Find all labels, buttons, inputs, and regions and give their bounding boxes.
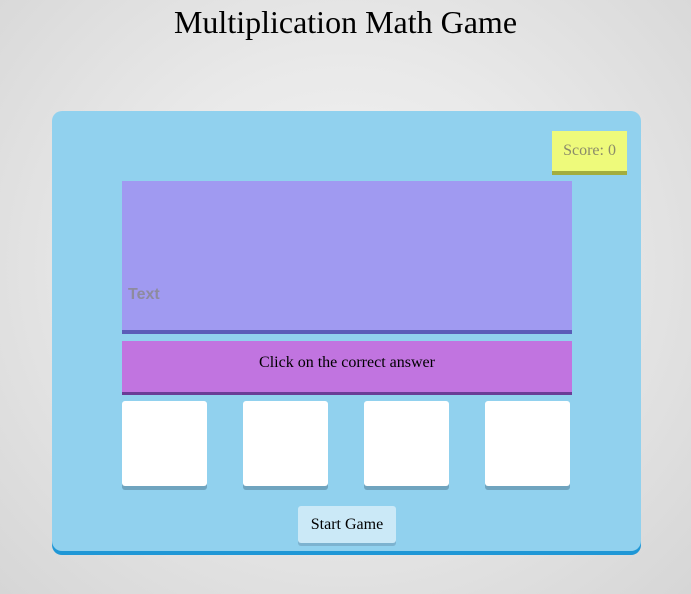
start-game-button[interactable]: Start Game (298, 506, 396, 543)
question-box: Text (122, 181, 572, 330)
instruction-banner: Click on the correct answer (122, 341, 572, 392)
answer-choice-3[interactable] (364, 401, 449, 486)
answer-choice-2[interactable] (243, 401, 328, 486)
answer-choice-1[interactable] (122, 401, 207, 486)
score-display: Score: 0 (552, 131, 627, 171)
game-container: Score: 0 Text Click on the correct answe… (52, 111, 641, 551)
answer-choice-4[interactable] (485, 401, 570, 486)
page-title: Multiplication Math Game (173, 4, 518, 40)
question-text: Text (128, 286, 160, 303)
